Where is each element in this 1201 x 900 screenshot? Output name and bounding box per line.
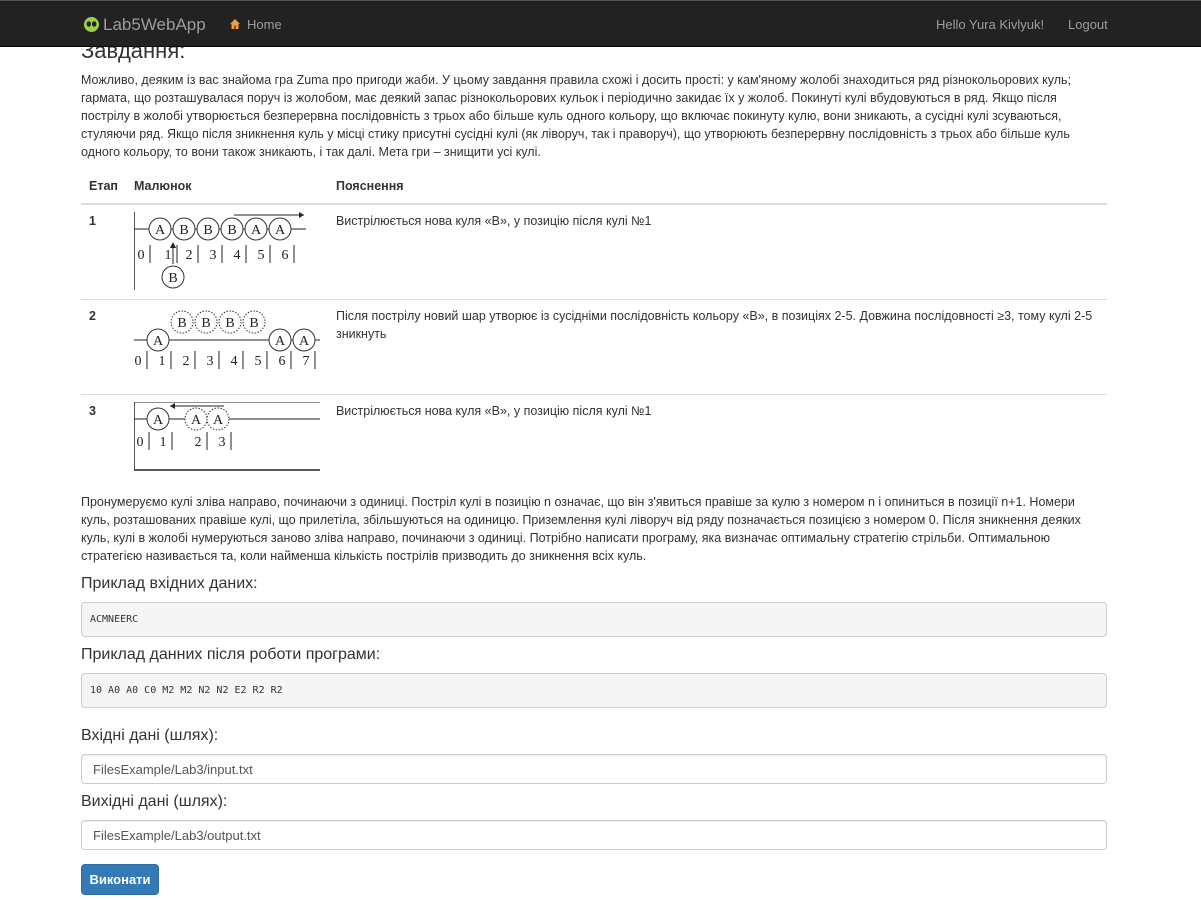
ball-label: B [201, 316, 210, 331]
position-label: 7 [302, 354, 309, 369]
task-intro-text: Можливо, деяким із вас знайома гра Zuma … [81, 73, 1072, 159]
direction-arrow-head [169, 403, 175, 409]
table-row: 3 AAA0123 Вистрілюється нова куля «В», у… [81, 394, 1107, 489]
logout-link[interactable]: Logout [1068, 16, 1108, 34]
direction-arrow-head [298, 212, 304, 218]
stage-explanation: Вистрілюється нова куля «В», у позицію п… [327, 394, 1107, 489]
stage-picture: AAA0123 [125, 394, 328, 489]
position-label: 4 [230, 354, 237, 369]
stage-number: 2 [81, 299, 126, 395]
position-label: 2 [194, 435, 201, 450]
stages-table: Етап Малюнок Пояснення 1 ABBBAA0123456B … [81, 172, 1107, 489]
position-label: 1 [164, 248, 171, 263]
ball-label: B [227, 223, 236, 238]
table-header-row: Етап Малюнок Пояснення [81, 172, 1107, 205]
position-label: 3 [206, 354, 213, 369]
nav-home-link[interactable]: Home [229, 16, 282, 35]
stage-picture: ABBBBAA01234567 [125, 299, 328, 395]
ball-label: B [177, 316, 186, 331]
position-label: 4 [233, 248, 240, 263]
stage-1-diagram: A B B B A A0 1 2 3 4 5 6B [133, 212, 306, 290]
user-greeting-link[interactable]: Hello Yura Kivlyuk! [936, 16, 1044, 34]
stage-picture: ABBBAA0123456B [125, 203, 328, 300]
table-row: 2 ABBBBAA01234567 Після пострілу новий ш… [81, 299, 1107, 395]
ball-label: A [153, 413, 164, 428]
header-picture: Малюнок [125, 172, 328, 205]
stage-explanation: Після пострілу новий шар утворює із сусі… [327, 299, 1107, 395]
input-path-label: Вхідні дані (шлях): [81, 727, 219, 744]
position-label: 1 [159, 435, 166, 450]
example-output-box: 10 A0 A0 C0 M2 M2 N2 N2 E2 R2 R2 [81, 673, 1107, 708]
output-path-label: Вихідні дані (шлях): [81, 793, 228, 810]
run-button[interactable]: Виконати [81, 864, 159, 895]
alien-logo-icon [83, 16, 100, 38]
shot-ball-label: B [168, 271, 177, 286]
header-stage: Етап [81, 172, 126, 205]
position-label: 0 [137, 248, 144, 263]
table-row: 1 ABBBAA0123456B Вистрілюється нова куля… [81, 203, 1107, 300]
ball-label: A [299, 334, 310, 349]
top-navbar: Lab5WebApp Home Hello Yura Kivlyuk! Logo… [0, 0, 1201, 47]
shot-arrow-head [169, 242, 176, 248]
position-label: 0 [136, 435, 143, 450]
position-label: 2 [185, 248, 192, 263]
ball-label: B [179, 223, 188, 238]
task-description-text: Пронумеруємо кулі зліва направо, починаю… [81, 495, 1081, 563]
brand-label: Lab5WebApp [103, 15, 206, 34]
position-label: 2 [182, 354, 189, 369]
example-input-label: Приклад вхідних даних: [81, 575, 258, 592]
ball-label: A [155, 223, 166, 238]
position-label: 6 [281, 248, 288, 263]
stage-explanation: Вистрілюється нова куля «В», у позицію п… [327, 203, 1107, 300]
ball-label: A [191, 413, 202, 428]
position-label: 5 [254, 354, 261, 369]
header-explanation: Пояснення [327, 172, 1107, 205]
ball-label: B [225, 316, 234, 331]
ball-label: A [251, 223, 262, 238]
example-input-box: ACMNEERC [81, 602, 1107, 637]
position-label: 3 [209, 248, 216, 263]
stage-number: 1 [81, 203, 126, 300]
ball-label: A [213, 413, 224, 428]
ball-label: B [203, 223, 212, 238]
position-label: 0 [134, 354, 141, 369]
ball-label: A [153, 334, 164, 349]
example-output-label: Приклад данних після роботи програми: [81, 646, 381, 663]
stage-3-diagram: A A A0 1 2 3 [133, 402, 320, 471]
stage-2-diagram: AB B B BA A0 1 2 3 4 5 6 7 [133, 310, 320, 369]
ball-label: A [275, 334, 286, 349]
position-label: 6 [278, 354, 285, 369]
ball-label: B [249, 316, 258, 331]
ball-label: A [275, 223, 286, 238]
position-label: 5 [257, 248, 264, 263]
position-label: 1 [158, 354, 165, 369]
brand-link[interactable]: Lab5WebApp [83, 15, 206, 38]
input-path-field[interactable] [81, 754, 1107, 784]
position-label: 3 [218, 435, 225, 450]
stage-number: 3 [81, 394, 126, 489]
home-icon [229, 17, 241, 35]
nav-home-label: Home [247, 17, 282, 32]
output-path-field[interactable] [81, 820, 1107, 850]
